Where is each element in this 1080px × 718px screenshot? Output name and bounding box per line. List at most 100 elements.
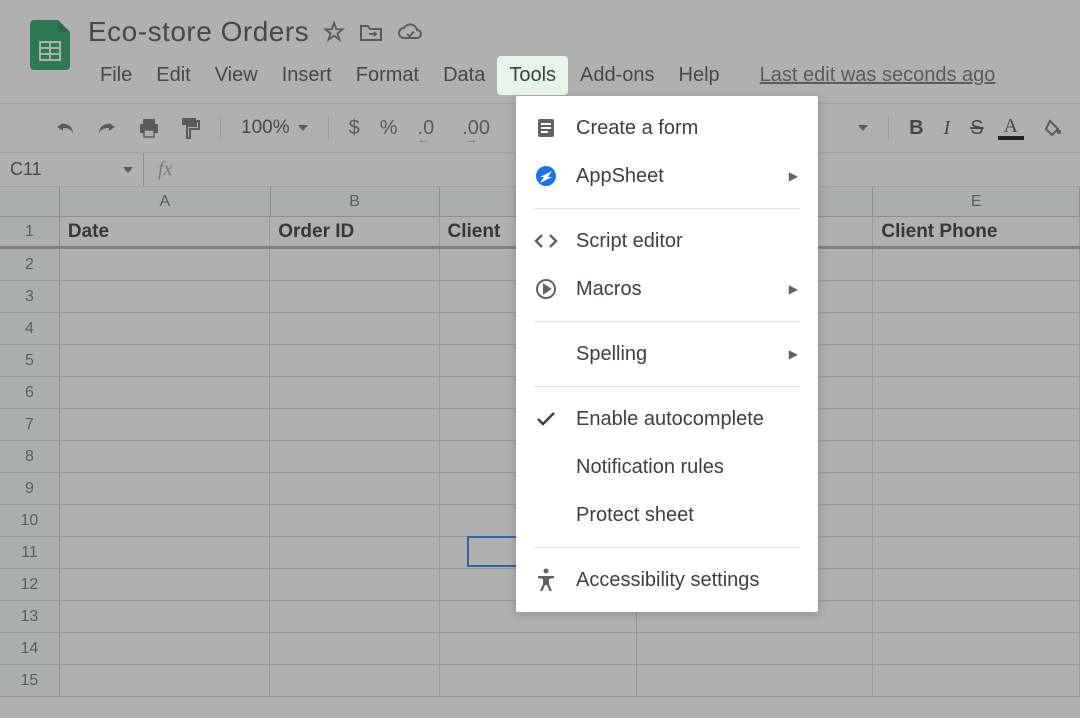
cell[interactable]: [270, 377, 439, 408]
cell[interactable]: [873, 313, 1080, 344]
cell[interactable]: [440, 665, 637, 696]
cell[interactable]: [637, 665, 874, 696]
star-icon[interactable]: [323, 21, 345, 43]
cell[interactable]: Date: [60, 217, 270, 246]
row-header[interactable]: 9: [0, 473, 60, 504]
menu-insert[interactable]: Insert: [270, 56, 344, 95]
cell[interactable]: [270, 345, 439, 376]
cell[interactable]: [270, 409, 439, 440]
fill-color-icon[interactable]: [1038, 115, 1068, 141]
cell[interactable]: Client Phone: [873, 217, 1080, 246]
row-header[interactable]: 12: [0, 569, 60, 600]
row-header[interactable]: 8: [0, 441, 60, 472]
cell[interactable]: [637, 633, 874, 664]
row-header[interactable]: 15: [0, 665, 60, 696]
zoom-select[interactable]: 100%: [235, 117, 314, 139]
cell[interactable]: [60, 249, 270, 280]
tools-menu-item[interactable]: Accessibility settings: [516, 556, 818, 604]
tools-menu-item[interactable]: Notification rules: [516, 443, 818, 491]
cell[interactable]: [270, 249, 439, 280]
chevron-down-icon[interactable]: [852, 121, 874, 135]
cell[interactable]: [873, 569, 1080, 600]
cell[interactable]: [60, 441, 270, 472]
cell[interactable]: [873, 537, 1080, 568]
paint-format-icon[interactable]: [174, 113, 206, 143]
sheets-logo[interactable]: [30, 20, 70, 70]
cell[interactable]: [60, 473, 270, 504]
undo-icon[interactable]: [48, 115, 82, 141]
strikethrough-icon[interactable]: S: [964, 117, 989, 140]
cell[interactable]: [270, 601, 439, 632]
cell[interactable]: [873, 281, 1080, 312]
move-icon[interactable]: [359, 22, 383, 42]
cell[interactable]: Order ID: [270, 217, 439, 246]
cell[interactable]: [60, 281, 270, 312]
cell[interactable]: [270, 313, 439, 344]
cell[interactable]: [60, 537, 270, 568]
cell[interactable]: [270, 505, 439, 536]
row-header[interactable]: 10: [0, 505, 60, 536]
row-header[interactable]: 5: [0, 345, 60, 376]
menu-addons[interactable]: Add-ons: [568, 56, 667, 95]
italic-icon[interactable]: I: [938, 117, 957, 140]
row-header[interactable]: 3: [0, 281, 60, 312]
cell[interactable]: [873, 473, 1080, 504]
redo-icon[interactable]: [90, 115, 124, 141]
cell[interactable]: [60, 313, 270, 344]
cell[interactable]: [60, 345, 270, 376]
menu-tools[interactable]: Tools: [497, 56, 568, 95]
cell[interactable]: [873, 665, 1080, 696]
percent-icon[interactable]: %: [374, 117, 404, 140]
menu-help[interactable]: Help: [667, 56, 732, 95]
cell[interactable]: [60, 409, 270, 440]
document-title[interactable]: Eco-store Orders: [88, 16, 309, 48]
row-header[interactable]: 2: [0, 249, 60, 280]
row-header[interactable]: 11: [0, 537, 60, 568]
text-color-icon[interactable]: A: [998, 116, 1024, 140]
menu-file[interactable]: File: [88, 56, 144, 95]
cell[interactable]: [270, 633, 439, 664]
currency-icon[interactable]: $: [343, 117, 366, 140]
col-header[interactable]: A: [60, 187, 270, 216]
menu-edit[interactable]: Edit: [144, 56, 202, 95]
tools-menu-item[interactable]: Enable autocomplete: [516, 395, 818, 443]
row-header[interactable]: 1: [0, 217, 60, 246]
col-header[interactable]: E: [873, 187, 1080, 216]
select-all-corner[interactable]: [0, 187, 60, 216]
decrease-decimal-icon[interactable]: .0←: [412, 117, 441, 140]
tools-menu-item[interactable]: Create a form: [516, 104, 818, 152]
tools-menu-item[interactable]: Spelling▶: [516, 330, 818, 378]
last-edit-link[interactable]: Last edit was seconds ago: [760, 64, 996, 87]
tools-menu-item[interactable]: AppSheet▶: [516, 152, 818, 200]
cell[interactable]: [60, 377, 270, 408]
cell[interactable]: [873, 505, 1080, 536]
cell[interactable]: [873, 345, 1080, 376]
tools-menu-item[interactable]: Protect sheet: [516, 491, 818, 539]
col-header[interactable]: B: [271, 187, 440, 216]
cell[interactable]: [270, 473, 439, 504]
cell[interactable]: [60, 505, 270, 536]
cell[interactable]: [60, 569, 270, 600]
cloud-saved-icon[interactable]: [397, 22, 423, 42]
cell[interactable]: [873, 249, 1080, 280]
cell[interactable]: [270, 281, 439, 312]
cell[interactable]: [873, 377, 1080, 408]
row-header[interactable]: 6: [0, 377, 60, 408]
row-header[interactable]: 4: [0, 313, 60, 344]
cell[interactable]: [873, 633, 1080, 664]
cell[interactable]: [270, 569, 439, 600]
cell[interactable]: [873, 601, 1080, 632]
increase-decimal-icon[interactable]: .00→: [456, 117, 496, 140]
bold-icon[interactable]: B: [903, 117, 929, 140]
cell[interactable]: [270, 665, 439, 696]
cell[interactable]: [270, 537, 439, 568]
tools-menu-item[interactable]: Script editor: [516, 217, 818, 265]
cell[interactable]: [60, 665, 270, 696]
cell[interactable]: [60, 633, 270, 664]
cell[interactable]: [270, 441, 439, 472]
menu-format[interactable]: Format: [344, 56, 431, 95]
cell[interactable]: [873, 409, 1080, 440]
name-box[interactable]: C11: [0, 153, 144, 186]
row-header[interactable]: 13: [0, 601, 60, 632]
cell[interactable]: [60, 601, 270, 632]
